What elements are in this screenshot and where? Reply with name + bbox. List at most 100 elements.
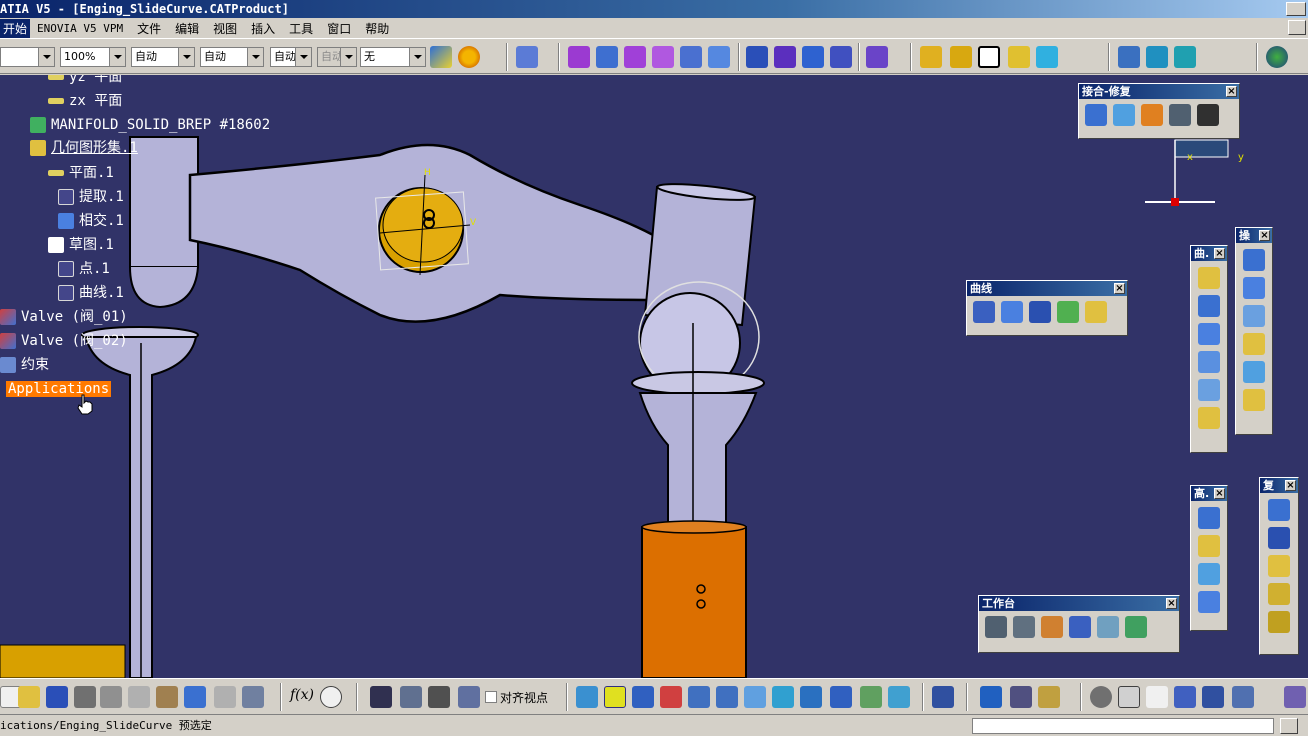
tree-node-geometric-set[interactable]: 几何图形集.1 (30, 138, 140, 158)
menu-window[interactable]: 窗口 (320, 20, 358, 37)
measure-item-icon[interactable] (1010, 686, 1032, 708)
toolbar-title-replication[interactable]: 复 × (1260, 478, 1298, 493)
instantiate-icon[interactable] (1268, 583, 1290, 605)
catalog-icon[interactable] (1268, 611, 1290, 633)
circle-curve-icon[interactable] (973, 301, 995, 323)
window-close-button[interactable] (1286, 2, 1306, 16)
plane-icon[interactable] (920, 46, 942, 68)
support-icon[interactable] (1174, 46, 1196, 68)
disassemble-icon[interactable] (1197, 104, 1219, 126)
offset-icon[interactable] (1198, 379, 1220, 401)
menu-insert[interactable]: 插入 (244, 20, 282, 37)
join-icon[interactable] (1085, 104, 1107, 126)
close-icon[interactable]: × (1214, 248, 1225, 259)
globe-icon[interactable] (1266, 46, 1288, 68)
grid-view-icon[interactable] (1202, 686, 1224, 708)
cylinder-icon[interactable] (1198, 351, 1220, 373)
gear-icon[interactable] (985, 616, 1007, 638)
sketch-analysis-icon[interactable] (516, 46, 538, 68)
list-icon[interactable] (458, 686, 480, 708)
tree-node-constraints[interactable]: 约束 (0, 355, 51, 375)
pan-icon[interactable] (632, 686, 654, 708)
wrap-surface-icon[interactable] (1198, 563, 1220, 585)
untrim-icon[interactable] (1169, 104, 1191, 126)
toolbar-title-operations[interactable]: 操 × (1236, 228, 1272, 243)
close-icon[interactable]: × (1114, 283, 1125, 294)
sew-surface-icon[interactable] (830, 46, 852, 68)
rotate-icon[interactable] (660, 686, 682, 708)
grid-icon[interactable] (1146, 46, 1168, 68)
iso-view-icon[interactable] (800, 686, 822, 708)
split-icon[interactable] (1243, 277, 1265, 299)
curve-smooth-icon[interactable] (1141, 104, 1163, 126)
tree-node-valve-01[interactable]: Valve (阀_01) (0, 307, 130, 327)
measure-icon[interactable] (980, 686, 1002, 708)
sphere-surface-icon[interactable] (624, 46, 646, 68)
extrude-surface-icon[interactable] (568, 46, 590, 68)
tree-node-plane-1[interactable]: 平面.1 (48, 163, 116, 183)
tree-node-yz-plane[interactable]: yz 平面 (48, 75, 124, 87)
axis-system-icon[interactable] (978, 46, 1000, 68)
command-input[interactable] (972, 718, 1274, 734)
wrap-curve-icon[interactable] (1198, 535, 1220, 557)
axis-triad-icon[interactable] (1146, 686, 1168, 708)
menu-tools[interactable]: 工具 (282, 20, 320, 37)
hide-show-icon[interactable] (860, 686, 882, 708)
cut-icon[interactable] (100, 686, 122, 708)
wireframe-icon[interactable] (1069, 616, 1091, 638)
reframe-icon[interactable] (1090, 686, 1112, 708)
combo-linetype[interactable]: 自动 (131, 47, 195, 67)
sweep-surface-icon[interactable] (680, 46, 702, 68)
toolbar-title-curves[interactable]: 曲线 × (967, 281, 1127, 296)
analysis-icon[interactable] (1284, 686, 1306, 708)
work-on-support-icon[interactable] (1036, 46, 1058, 68)
power-copy-icon[interactable] (1268, 555, 1290, 577)
menu-edit[interactable]: 编辑 (168, 20, 206, 37)
menu-enovia[interactable]: ENOVIA V5 VPM (30, 22, 130, 35)
print-icon[interactable] (74, 686, 96, 708)
pattern-icon[interactable] (1268, 527, 1290, 549)
redo-icon[interactable] (214, 686, 236, 708)
sphere-icon[interactable] (1198, 323, 1220, 345)
combo-layer[interactable]: 自动 (270, 47, 312, 67)
save-icon[interactable] (46, 686, 68, 708)
mass-icon[interactable] (1038, 686, 1060, 708)
painter-icon[interactable] (430, 46, 452, 68)
copy-icon[interactable] (128, 686, 150, 708)
tree-node-curve-1[interactable]: 曲线.1 (58, 283, 126, 303)
zoom-out-icon[interactable] (716, 686, 738, 708)
close-icon[interactable]: × (1226, 86, 1237, 97)
point-icon[interactable] (950, 46, 972, 68)
close-icon[interactable]: × (1285, 480, 1296, 491)
menu-view[interactable]: 视图 (206, 20, 244, 37)
boundary-icon[interactable] (1243, 305, 1265, 327)
fill-surface-icon[interactable] (708, 46, 730, 68)
toolbar-title-advanced[interactable]: 高. × (1191, 486, 1227, 501)
tree-node-zx-plane[interactable]: zx 平面 (48, 91, 124, 111)
combo-color[interactable] (0, 47, 55, 67)
tree-node-sketch-1[interactable]: 草图.1 (48, 235, 116, 255)
layer-icon[interactable] (1232, 686, 1254, 708)
combo-filter[interactable]: 无 (360, 47, 426, 67)
close-icon[interactable]: × (1214, 488, 1225, 499)
assembly-icon[interactable] (1125, 616, 1147, 638)
align-viewpoint-checkbox[interactable] (485, 691, 497, 703)
extrapolate-icon[interactable] (1243, 389, 1265, 411)
update-icon[interactable] (932, 686, 954, 708)
bulb-icon[interactable] (458, 46, 480, 68)
lock-icon[interactable] (428, 686, 450, 708)
revolve-surface-icon[interactable] (596, 46, 618, 68)
menu-start[interactable]: 开始 (0, 18, 31, 38)
menu-help[interactable]: 帮助 (358, 20, 396, 37)
pad-icon[interactable] (746, 46, 768, 68)
combo-zoom[interactable]: 100% (60, 47, 126, 67)
tree-node-point-1[interactable]: 点.1 (58, 259, 112, 279)
menu-file[interactable]: 文件 (130, 20, 168, 37)
open-folder-icon[interactable] (18, 686, 40, 708)
tree-node-intersect-1[interactable]: 相交.1 (58, 211, 126, 231)
hand-tool-icon[interactable] (1118, 686, 1140, 708)
revolve-icon[interactable] (1198, 295, 1220, 317)
object-repetition-icon[interactable] (1268, 499, 1290, 521)
shape-morph-icon[interactable] (1198, 591, 1220, 613)
translate-icon[interactable] (1243, 361, 1265, 383)
